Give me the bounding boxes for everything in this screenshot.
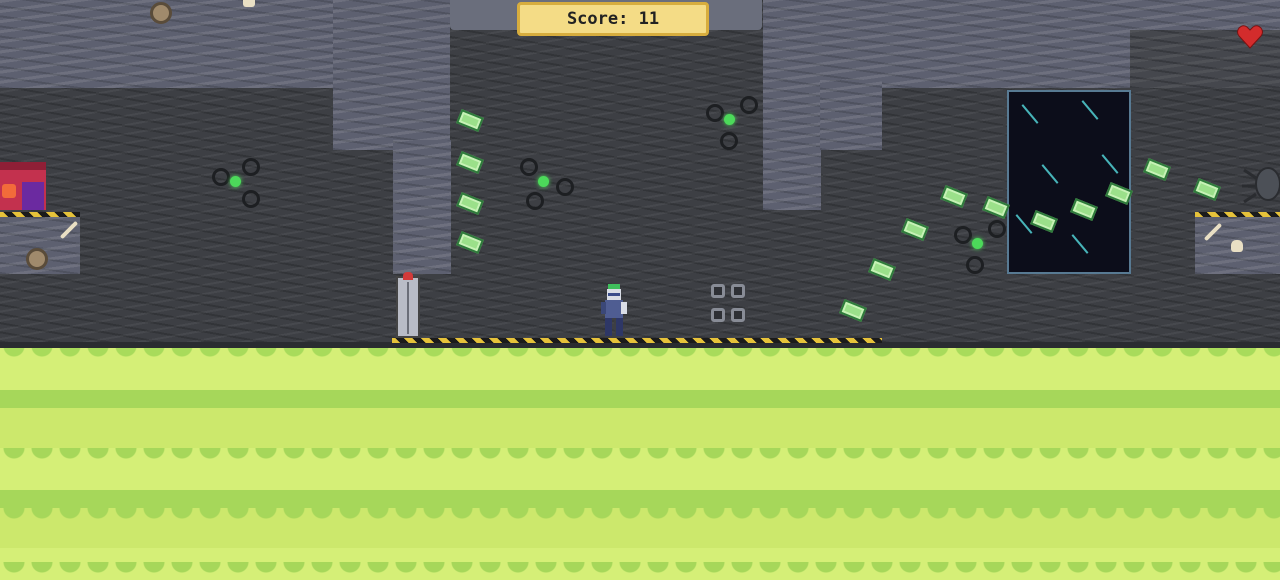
orb-ring <box>966 256 984 274</box>
cash-icon[interactable] <box>456 151 484 174</box>
orb-ring <box>954 226 972 244</box>
slime-wave <box>0 508 1280 522</box>
orb-ring <box>520 158 538 176</box>
portal-streak <box>1041 164 1059 184</box>
score-display: Score: 11 <box>517 2 709 36</box>
cash-icon[interactable] <box>456 231 484 254</box>
cash-icon[interactable] <box>456 109 484 132</box>
heart-icon <box>1237 25 1263 49</box>
orb-ring <box>988 220 1006 238</box>
spider-enemy-icon <box>1242 167 1280 204</box>
door-light <box>403 272 413 280</box>
vent-slot <box>731 284 745 298</box>
cash-icon[interactable] <box>901 218 929 241</box>
orb-ring <box>740 96 758 114</box>
skull-icon <box>1231 240 1243 252</box>
slime-wave <box>0 390 1280 404</box>
orb-enemy-icon <box>706 96 758 150</box>
cash-icon[interactable] <box>839 299 867 322</box>
door-seam <box>407 282 409 334</box>
orb-core <box>972 238 983 249</box>
orb-ring <box>720 132 738 150</box>
stalactite-mid <box>763 80 821 210</box>
portal-streak <box>1021 104 1039 124</box>
orb-ring <box>242 190 260 208</box>
acid-slime-pool <box>0 348 1280 580</box>
gear-icon <box>150 2 172 24</box>
floor-hazard-stripe <box>392 338 882 343</box>
vent-slot <box>711 284 725 298</box>
orb-core <box>538 176 549 187</box>
cash-icon[interactable] <box>940 185 968 208</box>
portal-streak <box>1081 100 1099 120</box>
ledge-right-hazard-stripe <box>1195 212 1280 217</box>
game-scene: Score: 11 <box>0 0 1280 580</box>
door[interactable] <box>396 272 420 338</box>
orb-enemy-icon <box>212 158 260 208</box>
orb-enemy-icon <box>520 158 574 210</box>
cash-icon[interactable] <box>868 258 896 281</box>
shop-door <box>22 182 44 210</box>
rock-column-left <box>333 0 450 150</box>
cash-icon[interactable] <box>1193 178 1221 201</box>
player-sprite <box>601 284 627 336</box>
orb-ring <box>526 192 544 210</box>
rock-column-mid <box>820 80 882 150</box>
slime-wave <box>0 562 1280 576</box>
orb-ring <box>556 178 574 196</box>
vent <box>711 284 751 330</box>
orb-core <box>230 176 241 187</box>
skull-icon <box>243 0 255 7</box>
portal-streak <box>1101 154 1119 174</box>
slime-wave <box>0 448 1280 462</box>
orb-ring <box>242 158 260 176</box>
stalactite-left <box>393 140 451 274</box>
orb-core <box>724 114 735 125</box>
portal-streak <box>1071 234 1089 254</box>
shop-sign <box>2 184 16 198</box>
gear-icon <box>26 248 48 270</box>
orb-enemy-icon <box>954 220 1006 274</box>
vent-slot <box>731 308 745 322</box>
cash-icon[interactable] <box>982 196 1010 219</box>
orb-ring <box>212 168 230 186</box>
shop-roof <box>0 162 46 170</box>
vent-slot <box>711 308 725 322</box>
score-label: Score: 11 <box>566 9 660 29</box>
cash-icon[interactable] <box>1143 158 1171 181</box>
ledge-left-hazard-stripe <box>0 212 80 217</box>
orb-ring <box>706 104 724 122</box>
shop-building[interactable] <box>0 162 46 210</box>
cash-icon[interactable] <box>456 192 484 215</box>
